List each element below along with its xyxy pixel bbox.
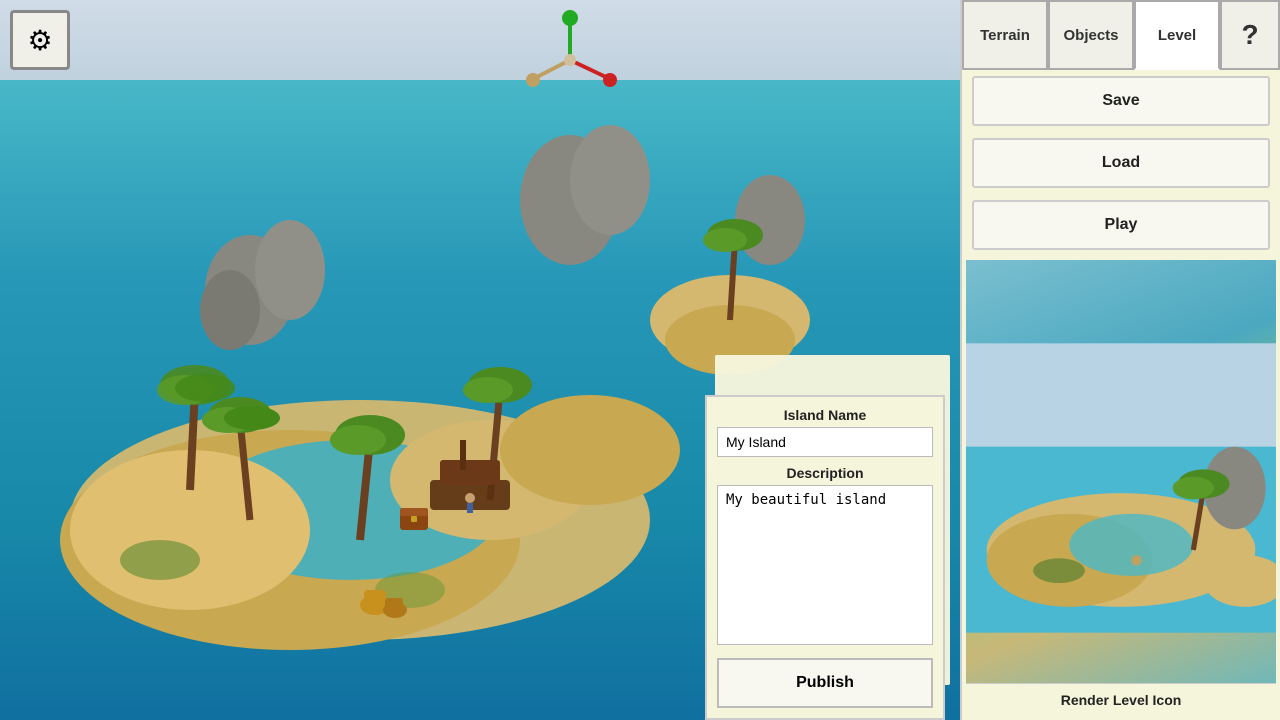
tab-objects[interactable]: Objects — [1048, 0, 1134, 70]
screenshot-preview: Render Level Icon — [966, 260, 1276, 716]
play-button[interactable]: Play — [972, 200, 1270, 250]
settings-button[interactable]: ⚙ — [10, 10, 70, 70]
render-level-icon-button[interactable]: Render Level Icon — [966, 683, 1276, 716]
tab-help[interactable]: ? — [1220, 0, 1280, 70]
island-name-input[interactable] — [717, 427, 933, 457]
preview-scene — [966, 260, 1276, 716]
tab-bar: Terrain Objects Level ? — [962, 0, 1280, 70]
axis-svg — [520, 10, 620, 110]
publish-button[interactable]: Publish — [717, 658, 933, 708]
viewport: ⚙ Island Name Description My b — [0, 0, 960, 720]
axis-indicator — [520, 10, 620, 110]
app: ⚙ Island Name Description My b — [0, 0, 1280, 720]
description-textarea[interactable]: My beautiful island — [717, 485, 933, 645]
save-button[interactable]: Save — [972, 76, 1270, 126]
island-name-label: Island Name — [717, 407, 933, 423]
description-label: Description — [717, 465, 933, 481]
gear-icon: ⚙ — [27, 24, 52, 57]
level-panel: Save Load Play — [962, 70, 1280, 720]
tab-terrain[interactable]: Terrain — [962, 0, 1048, 70]
right-panel: Terrain Objects Level ? Save Load Play — [960, 0, 1280, 720]
island-form: Island Name Description My beautiful isl… — [705, 395, 945, 720]
load-button[interactable]: Load — [972, 138, 1270, 188]
tab-level[interactable]: Level — [1134, 0, 1220, 70]
